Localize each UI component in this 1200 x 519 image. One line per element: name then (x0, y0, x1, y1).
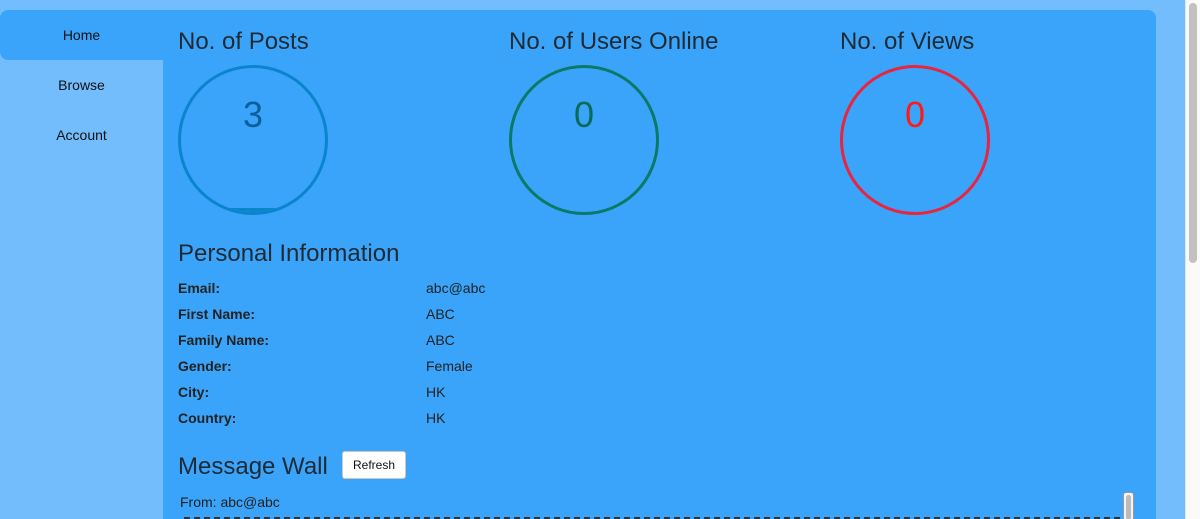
nav-item-home[interactable]: Home (0, 10, 163, 60)
message-from: From: abc@abc (180, 494, 280, 510)
info-value: ABC (426, 306, 455, 322)
info-value: ABC (426, 332, 455, 348)
stat-views-title: No. of Views (840, 28, 975, 55)
stat-views: No. of Views 0 (840, 28, 990, 215)
stat-posts-circle: 3 (178, 65, 328, 215)
stat-users-online: No. of Users Online 0 (509, 28, 719, 215)
home-panel: No. of Posts 3 No. of Users Online 0 No.… (163, 10, 1156, 519)
stat-views-circle: 0 (840, 65, 990, 215)
stat-posts-title: No. of Posts (178, 28, 309, 55)
nav-item-account[interactable]: Account (0, 110, 163, 160)
stat-posts-value: 3 (242, 94, 264, 135)
stat-users-online-value: 0 (573, 94, 595, 135)
info-label: Email: (178, 280, 221, 296)
info-label: Gender: (178, 358, 232, 374)
refresh-button[interactable]: Refresh (342, 451, 406, 479)
message-wall-scroll-thumb[interactable] (1126, 495, 1131, 519)
stat-users-online-circle: 0 (509, 65, 659, 215)
info-value: abc@abc (426, 280, 486, 296)
info-label: First Name: (178, 306, 256, 322)
page-scrollbar[interactable] (1185, 0, 1200, 519)
message-wall-title: Message Wall (178, 453, 328, 480)
nav-item-browse[interactable]: Browse (0, 60, 163, 110)
info-label: City: (178, 384, 210, 400)
page-scroll-thumb[interactable] (1189, 3, 1197, 263)
personal-info-title: Personal Information (178, 240, 400, 267)
info-label: Family Name: (178, 332, 270, 348)
info-value: HK (426, 384, 446, 400)
stat-posts-fill (181, 207, 325, 212)
stat-users-online-title: No. of Users Online (509, 28, 719, 55)
stat-views-value: 0 (904, 94, 926, 135)
info-value: Female (426, 358, 473, 374)
message-wall-scrollbar[interactable] (1123, 492, 1134, 519)
stat-posts: No. of Posts 3 (178, 28, 328, 215)
message-wall[interactable]: From: abc@abc (178, 488, 1140, 519)
info-label: Country: (178, 410, 237, 426)
sidebar-nav: Home Browse Account (0, 10, 163, 519)
info-value: HK (426, 410, 446, 426)
